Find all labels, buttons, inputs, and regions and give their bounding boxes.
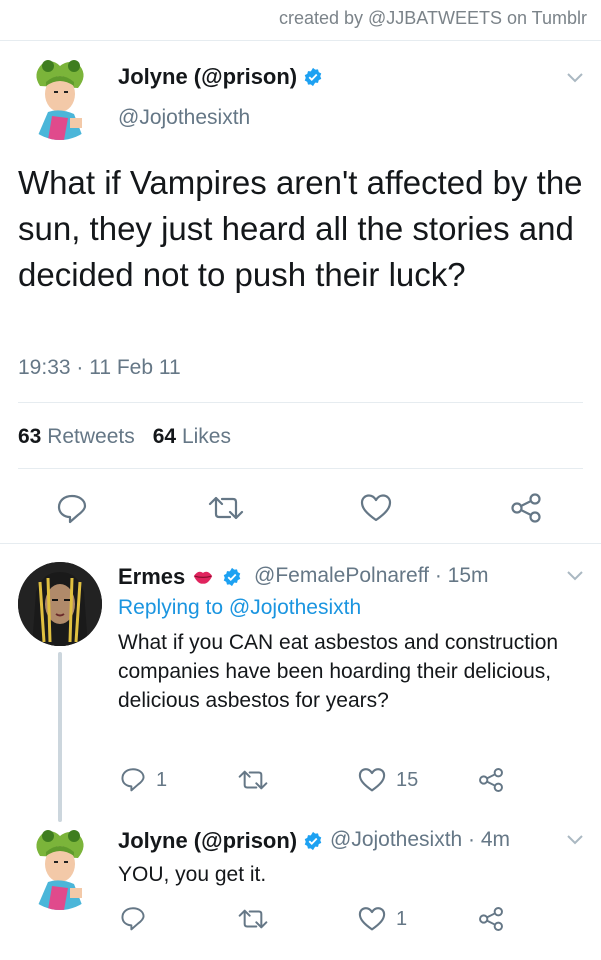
heart-icon <box>358 768 386 792</box>
share-icon <box>511 493 541 523</box>
jolyne-avatar-image <box>18 826 102 910</box>
author-name-text: Jolyne (@prison) <box>118 64 298 89</box>
reply-button[interactable] <box>120 905 146 931</box>
reply-icon <box>57 494 87 524</box>
handle-and-time[interactable]: @Jojothesixth · 4m <box>330 828 510 852</box>
verified-badge-icon <box>305 831 322 851</box>
author-name-text: Ermes <box>118 564 186 589</box>
heart-icon <box>360 494 392 522</box>
retweet-button[interactable] <box>208 494 244 522</box>
author-name-text: Jolyne (@prison) <box>118 828 298 853</box>
author-name[interactable]: Jolyne (@prison) <box>118 64 323 90</box>
tweet-text: YOU, you get it. <box>118 863 267 886</box>
likes-stat[interactable]: 64 Likes <box>153 425 231 448</box>
chevron-down-icon[interactable] <box>566 72 584 84</box>
heart-icon <box>358 907 386 931</box>
chevron-down-icon[interactable] <box>566 570 584 582</box>
replying-to-link[interactable]: @Jojothesixth <box>229 596 361 619</box>
retweet-icon <box>238 770 268 790</box>
like-button[interactable] <box>358 767 386 793</box>
author-handle[interactable]: @Jojothesixth <box>118 106 250 130</box>
share-button[interactable] <box>510 493 542 523</box>
avatar[interactable] <box>18 826 102 910</box>
avatar[interactable] <box>18 56 102 140</box>
divider <box>18 468 583 469</box>
like-button[interactable] <box>360 493 392 523</box>
share-icon <box>479 768 503 792</box>
retweet-button[interactable] <box>238 907 268 931</box>
share-button[interactable] <box>478 767 504 793</box>
handle-and-time[interactable]: @FemalePolnareff · 15m <box>254 564 489 588</box>
ermes-avatar-image <box>18 562 102 646</box>
author-name[interactable]: Ermes <box>118 564 242 590</box>
like-count: 1 <box>396 908 408 930</box>
reply-button[interactable] <box>120 766 146 792</box>
verified-badge-icon <box>305 67 322 87</box>
like-count: 15 <box>396 769 419 791</box>
verified-badge-icon <box>223 567 240 587</box>
retweet-icon <box>208 496 244 520</box>
retweet-icon <box>238 909 268 929</box>
like-button[interactable] <box>358 906 386 932</box>
divider <box>0 40 601 41</box>
share-button[interactable] <box>478 906 504 932</box>
retweets-stat[interactable]: 63 Retweets <box>18 425 135 448</box>
tweet-timestamp[interactable]: 19:33 · 11 Feb 11 <box>18 356 181 380</box>
tweet-text: What if you CAN eat asbestos and constru… <box>118 631 559 712</box>
reply-icon <box>121 768 145 792</box>
retweet-button[interactable] <box>238 768 268 792</box>
reply-button[interactable] <box>56 492 88 524</box>
divider <box>0 543 601 544</box>
tweet-stats: 63 Retweets 64 Likes <box>18 425 231 449</box>
thread-line <box>58 652 62 822</box>
share-icon <box>479 907 503 931</box>
divider <box>18 402 583 403</box>
reply-icon <box>121 907 145 931</box>
chevron-down-icon[interactable] <box>566 834 584 846</box>
reply-count: 1 <box>156 769 168 791</box>
jolyne-avatar-image <box>18 56 102 140</box>
author-name[interactable]: Jolyne (@prison) <box>118 828 323 854</box>
tumblr-credit: created by @JJBATWEETS on Tumblr <box>278 8 587 28</box>
replying-to: Replying to @Jojothesixth <box>118 596 362 619</box>
lips-icon <box>194 571 213 584</box>
avatar[interactable] <box>18 562 102 646</box>
tweet-text: What if Vampires aren't affected by the … <box>18 164 583 293</box>
